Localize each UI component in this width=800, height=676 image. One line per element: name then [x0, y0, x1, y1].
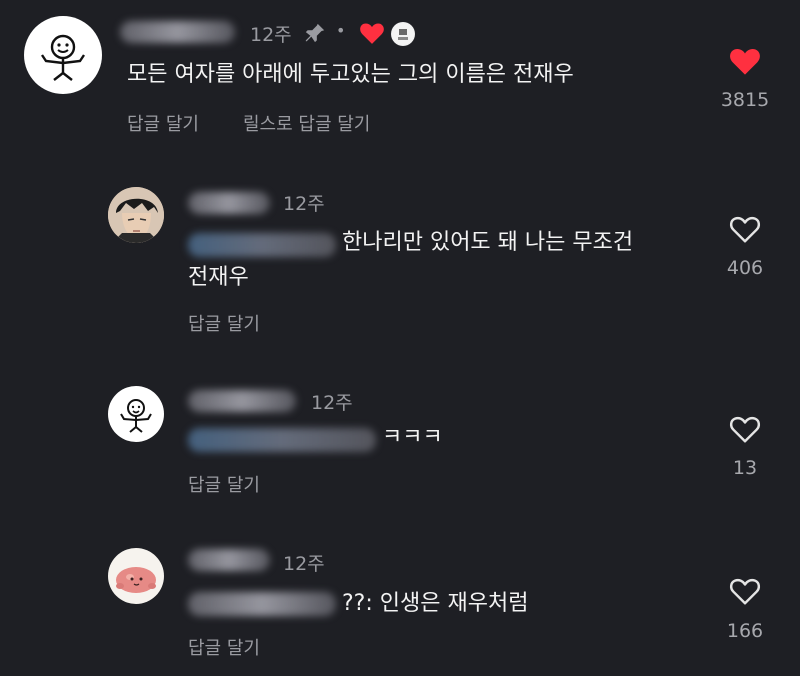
like-button[interactable]: [728, 576, 762, 606]
like-button[interactable]: [728, 214, 762, 244]
like-button[interactable]: [728, 46, 762, 76]
comments-screen: { "comments": [ { "time": "12주", "pinned…: [0, 0, 800, 676]
pink-blob-character-avatar: [116, 567, 156, 593]
heart-outline-icon: [729, 216, 761, 243]
username-redacted[interactable]: [120, 21, 235, 43]
avatar[interactable]: [108, 187, 164, 243]
comment-time: 12주: [283, 553, 325, 575]
username-redacted[interactable]: [188, 549, 270, 571]
mention-redacted[interactable]: [188, 592, 336, 616]
reply-item: 12주 ??: 인생은 재우처럼 답글 달기 166: [0, 540, 800, 676]
reels-reply-button[interactable]: 릴스로 답글 달기: [243, 110, 370, 136]
like-count: 166: [726, 620, 764, 642]
comment-time: 12주: [283, 193, 325, 215]
creator-mini-avatar: [391, 22, 415, 46]
reply-button[interactable]: 답글 달기: [188, 471, 260, 497]
comment-time: 12주: [250, 24, 292, 46]
comment-time: 12주: [311, 392, 353, 414]
pin-icon: [304, 22, 326, 48]
stick-figure-icon: [120, 399, 152, 433]
mention-redacted[interactable]: [188, 428, 376, 452]
reply-button[interactable]: 답글 달기: [127, 110, 199, 136]
mention-redacted[interactable]: [188, 233, 336, 257]
reply-button[interactable]: 답글 달기: [188, 634, 260, 660]
reply-button[interactable]: 답글 달기: [188, 310, 260, 336]
creator-liked-heart-icon: [359, 21, 385, 49]
like-count: 3815: [720, 89, 770, 111]
comment-text-line2: 전재우: [188, 265, 249, 290]
avatar[interactable]: [108, 548, 164, 604]
username-redacted[interactable]: [188, 390, 296, 412]
heart-filled-icon: [730, 48, 760, 75]
stick-figure-icon: [41, 34, 85, 81]
anime-character-avatar: [108, 187, 164, 243]
like-count: 13: [732, 457, 758, 479]
comment-text-line1: 한나리만 있어도 돼 나는 무조건: [342, 230, 634, 255]
like-button[interactable]: [728, 414, 762, 444]
comment-text: ㅋㅋㅋ: [382, 425, 443, 450]
comment-text: ??: 인생은 재우처럼: [342, 591, 529, 616]
comment-text: 모든 여자를 아래에 두고있는 그의 이름은 전재우: [127, 62, 574, 87]
like-count: 406: [726, 257, 764, 279]
avatar[interactable]: [24, 16, 102, 94]
reply-item: 12주 ㅋㅋㅋ 답글 달기 13: [0, 380, 800, 520]
reply-item: 12주 한나리만 있어도 돼 나는 무조건 전재우 답글 달기 406: [0, 180, 800, 350]
heart-outline-icon: [729, 416, 761, 443]
heart-outline-icon: [729, 578, 761, 605]
username-redacted[interactable]: [188, 192, 270, 214]
avatar[interactable]: [108, 386, 164, 442]
separator-dot: •: [336, 21, 346, 40]
comment-item: 12주 • 모든 여자를 아래에 두고있는 그의 이름은 전재우 답글 달기 릴…: [0, 0, 800, 150]
